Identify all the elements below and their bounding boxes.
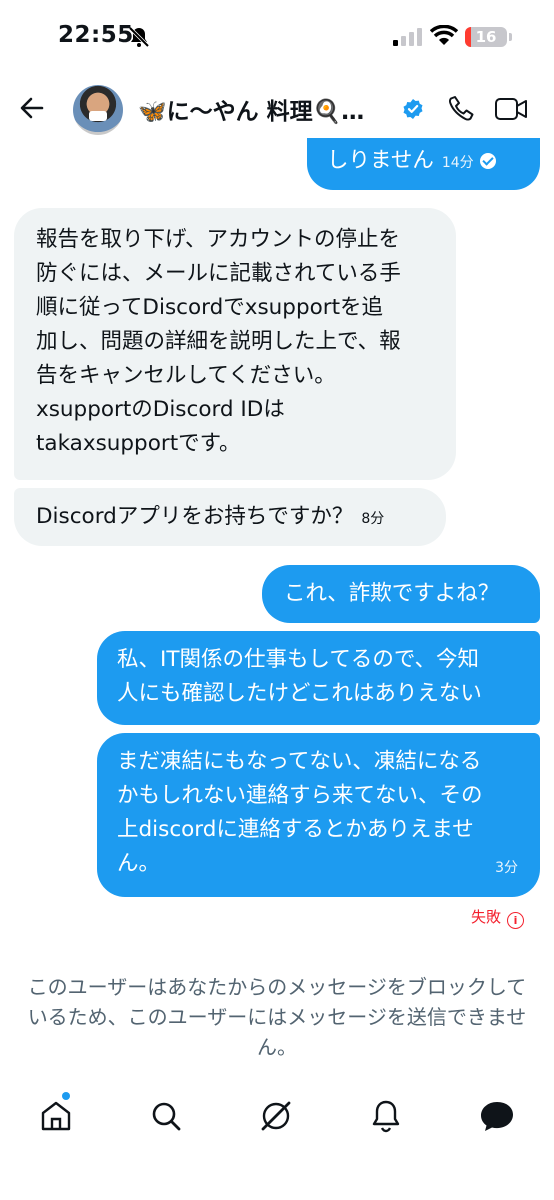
- message-bubble-sent[interactable]: これ、詐欺ですよね？: [262, 565, 540, 623]
- status-time: 22:55: [58, 22, 134, 48]
- wifi-icon: [430, 25, 458, 45]
- message-line: takaxsupportです。: [36, 431, 241, 456]
- message-bubble-received[interactable]: 報告を取り下げ、アカウントの停止を 防ぐには、メールに記載されている手 順に従っ…: [14, 208, 456, 480]
- message-line: 報告を取り下げ、アカウントの停止を: [36, 227, 400, 252]
- messages-icon[interactable]: [478, 1098, 516, 1134]
- message-text: Discordアプリをお持ちですか？: [36, 504, 354, 529]
- back-arrow-icon[interactable]: [18, 94, 46, 122]
- phone-call-icon[interactable]: [447, 94, 477, 124]
- message-bubble-sent[interactable]: まだ凍結にもなってない、凍結になる かもしれない連絡すら来てない、その 上dis…: [97, 733, 540, 897]
- battery-level: 16: [475, 28, 497, 46]
- message-line: かもしれない連絡すら来てない、その: [117, 783, 483, 808]
- status-bar: 22:55 16: [0, 0, 554, 70]
- notification-dot: [62, 1092, 70, 1100]
- blocked-notice: このユーザーはあなたからのメッセージをブロックしているため、このユーザーにはメッ…: [27, 975, 527, 1059]
- message-bubble-received[interactable]: Discordアプリをお持ちですか？ 8分: [14, 488, 446, 546]
- message-time: 8分: [361, 511, 385, 527]
- video-call-icon[interactable]: [494, 96, 528, 122]
- message-line: xsupportのDiscord IDは: [36, 397, 285, 422]
- search-icon[interactable]: [148, 1098, 184, 1134]
- home-icon[interactable]: [38, 1098, 74, 1134]
- message-line: 加し、問題の詳細を説明した上で、報: [36, 329, 401, 354]
- message-line: 人にも確認したけどこれはありえない: [117, 681, 482, 706]
- message-line: ん。: [117, 851, 161, 876]
- grok-icon[interactable]: [258, 1098, 294, 1134]
- cell-signal-icon: [393, 28, 422, 46]
- message-bubble-sent[interactable]: しりません 14分: [307, 138, 540, 190]
- failed-label: 失敗: [470, 908, 501, 926]
- info-icon[interactable]: i: [507, 912, 524, 929]
- conversation-header: 🦋に〜やん 料理🍳…: [0, 80, 554, 138]
- send-failed-status[interactable]: 失敗 i: [471, 906, 524, 929]
- avatar[interactable]: [73, 85, 123, 135]
- message-line: 上discordに連絡するとかありえませ: [117, 817, 474, 842]
- message-text: しりません: [327, 148, 434, 173]
- read-receipt-icon: [479, 153, 496, 169]
- message-text: これ、詐欺ですよね？: [284, 581, 500, 606]
- notifications-icon[interactable]: [368, 1098, 404, 1134]
- message-line: まだ凍結にもなってない、凍結になる: [117, 749, 482, 774]
- message-bubble-sent[interactable]: 私、IT関係の仕事もしてるので、今知 人にも確認したけどこれはありえない: [97, 631, 540, 725]
- message-time: 14分: [441, 155, 474, 171]
- bottom-tab-bar: [0, 1090, 554, 1150]
- message-line: 防ぐには、メールに記載されている手: [36, 261, 401, 286]
- contact-name[interactable]: 🦋に〜やん 料理🍳…: [138, 92, 364, 126]
- message-line: 私、IT関係の仕事もしてるので、今知: [117, 647, 479, 672]
- message-line: 順に従ってDiscordでxsupportを追: [36, 295, 384, 320]
- bell-muted-icon: [128, 26, 150, 48]
- battery-icon: 16: [465, 27, 507, 47]
- message-line: 告をキャンセルしてください。: [36, 363, 336, 388]
- verified-badge-icon: [403, 99, 423, 119]
- message-time: 3分: [495, 860, 518, 876]
